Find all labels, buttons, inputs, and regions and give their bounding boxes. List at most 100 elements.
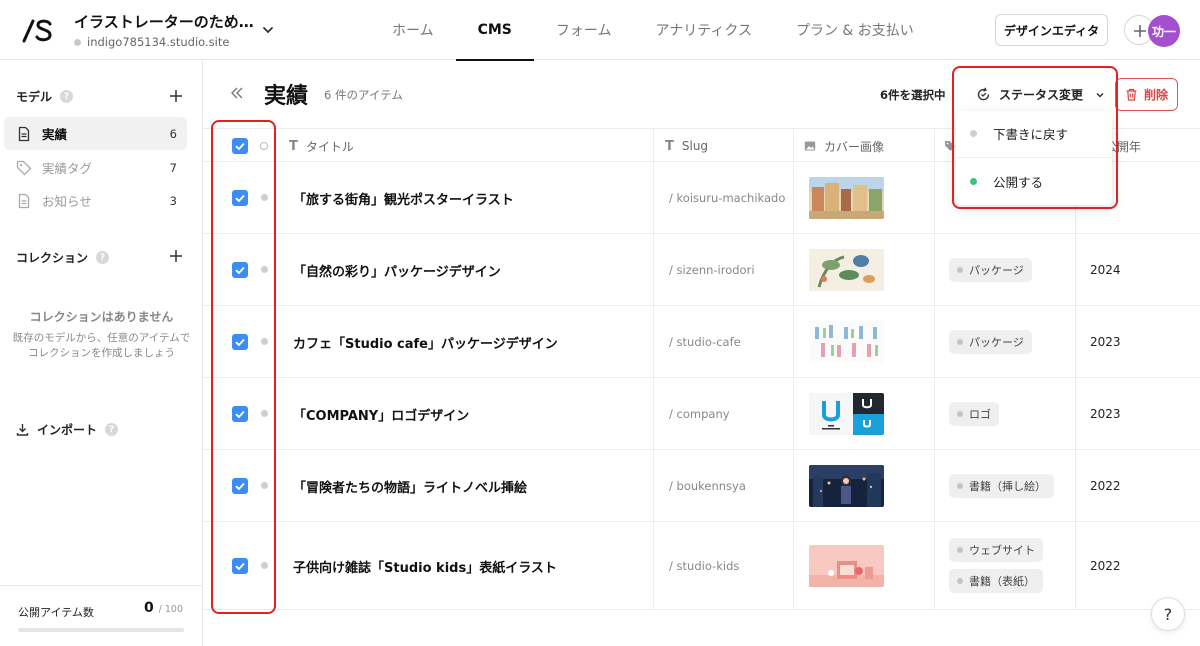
row-title[interactable]: 子供向け雑誌「Studio kids」表紙イラスト [293,557,557,576]
menu-divider [956,157,1112,158]
tag-badge: ウェブサイト [949,538,1043,562]
add-collection-icon[interactable] [168,248,184,264]
row-title[interactable]: カフェ「Studio cafe」パッケージデザイン [293,333,558,352]
cover-thumbnail [809,177,884,219]
select-all-checkbox[interactable] [232,138,248,154]
empty-collections-title: コレクションはありません [29,310,174,324]
status-dot [261,338,268,345]
row-checkbox[interactable] [232,558,248,574]
models-heading: モデル ? [16,88,74,105]
draft-dot [970,129,977,137]
help-icon[interactable]: ? [60,90,74,103]
tag-icon [16,160,32,175]
check-icon [235,482,245,491]
model-count: 7 [169,160,177,175]
row-year: 2022 [1090,559,1121,573]
site-status-dot [74,38,81,46]
row-slug: / studio-cafe [669,335,741,349]
row-slug: / koisuru-machikado [669,191,786,205]
check-icon [235,410,245,419]
menu-item-publish[interactable]: 公開する [956,159,1112,203]
studio-logo-icon[interactable] [22,17,54,43]
column-slug[interactable]: T Slug [665,129,708,163]
tag-badge: 書籍（挿し絵） [949,474,1054,498]
row-title[interactable]: 「冒険者たちの物語」ライトノベル挿絵 [293,477,527,496]
check-icon [235,266,245,275]
row-checkbox[interactable] [232,406,248,422]
row-slug: / boukennsya [669,479,746,493]
avatar[interactable]: 功一 [1148,15,1180,47]
row-checkbox[interactable] [232,190,248,206]
status-dot [261,482,268,489]
sidebar-item-jisseki[interactable]: 実績 6 [4,117,187,150]
row-year: 2024 [1090,263,1121,277]
check-icon [235,194,245,203]
cover-thumbnail [809,465,884,507]
status-dropdown-menu: 下書きに戻す 公開する [956,111,1112,205]
cover-thumbnail [809,249,884,291]
tag-icon [945,141,955,151]
row-slug: / studio-kids [669,559,740,573]
row-title[interactable]: 「旅する街角」観光ポスターイラスト [293,189,514,208]
page-title: 実績 [264,84,309,109]
tag-badge: ロゴ [949,402,999,426]
status-dot [261,194,268,201]
delete-button[interactable]: 削除 [1115,78,1178,111]
menu-item-revert-to-draft[interactable]: 下書きに戻す [956,111,1112,155]
tag-badge: 書籍（表紙） [949,569,1043,593]
document-icon [18,126,30,141]
nav-home[interactable]: ホーム [370,0,456,60]
row-year: 2022 [1090,479,1121,493]
nav-analytics[interactable]: アナリティクス [633,0,773,60]
table-row[interactable]: カフェ「Studio cafe」パッケージデザイン / studio-cafe … [203,306,1200,378]
row-slug: / sizenn-irodori [669,263,755,277]
status-header-dot [260,142,268,150]
check-icon [235,562,245,571]
cover-thumbnail [809,393,884,435]
sidebar-item-news[interactable]: お知らせ 3 [4,184,187,217]
column-tag[interactable] [944,129,956,163]
design-editor-button[interactable]: デザインエディタ [995,14,1108,46]
nav-cms[interactable]: CMS [455,0,535,61]
site-url: indigo785134.studio.site [74,35,229,49]
row-checkbox[interactable] [232,478,248,494]
site-title[interactable]: イラストレーターのため… [74,11,254,32]
row-title[interactable]: 「自然の彩り」パッケージデザイン [293,261,501,280]
trash-icon [1126,88,1137,101]
published-progress-bar [18,628,184,632]
table-row[interactable]: 「冒険者たちの物語」ライトノベル挿絵 / boukennsya 書籍（挿し絵） … [203,450,1200,522]
status-change-icon [977,87,990,101]
sidebar: モデル ? 実績 6 実績タグ 7 お知らせ 3 コレクション ? コレクション… [0,61,203,646]
help-icon[interactable]: ? [105,423,119,436]
selected-count: 6件を選択中 [880,88,946,102]
download-icon [16,424,29,436]
column-cover[interactable]: カバー画像 [804,129,884,163]
table-row[interactable]: 子供向け雑誌「Studio kids」表紙イラスト / studio-kids … [203,522,1200,610]
column-title[interactable]: T タイトル [289,129,354,163]
table-row[interactable]: 「COMPANY」ロゴデザイン / company ロゴ 2023 [203,378,1200,450]
item-count: 6 件のアイテム [324,88,403,102]
sidebar-item-jisseki-tag[interactable]: 実績タグ 7 [4,151,187,184]
tag-badge: パッケージ [949,330,1032,354]
row-checkbox[interactable] [232,262,248,278]
top-bar: イラストレーターのため… indigo785134.studio.site ホー… [0,0,1200,61]
nav-form[interactable]: フォーム [534,0,634,60]
document-icon [18,193,30,208]
published-dot [970,177,977,185]
image-icon [804,141,816,151]
collapse-sidebar-icon[interactable] [229,85,245,101]
cover-thumbnail [809,545,884,587]
import-button[interactable]: インポート ? [16,421,119,438]
row-title[interactable]: 「COMPANY」ロゴデザイン [293,405,469,424]
status-dot [261,410,268,417]
row-checkbox[interactable] [232,334,248,350]
add-model-icon[interactable] [168,88,184,104]
chevron-down-icon[interactable] [262,24,274,36]
nav-plan[interactable]: プラン & お支払い [774,0,936,60]
text-field-icon: T [665,138,674,154]
help-button[interactable]: ? [1151,597,1185,631]
table-row[interactable]: 「自然の彩り」パッケージデザイン / sizenn-irodori パッケージ … [203,234,1200,306]
status-change-button[interactable]: ステータス変更 [962,78,1107,111]
help-icon[interactable]: ? [96,251,110,264]
empty-collections-desc: 既存のモデルから、任意のアイテムで コレクションを作成しましょう [12,332,191,359]
